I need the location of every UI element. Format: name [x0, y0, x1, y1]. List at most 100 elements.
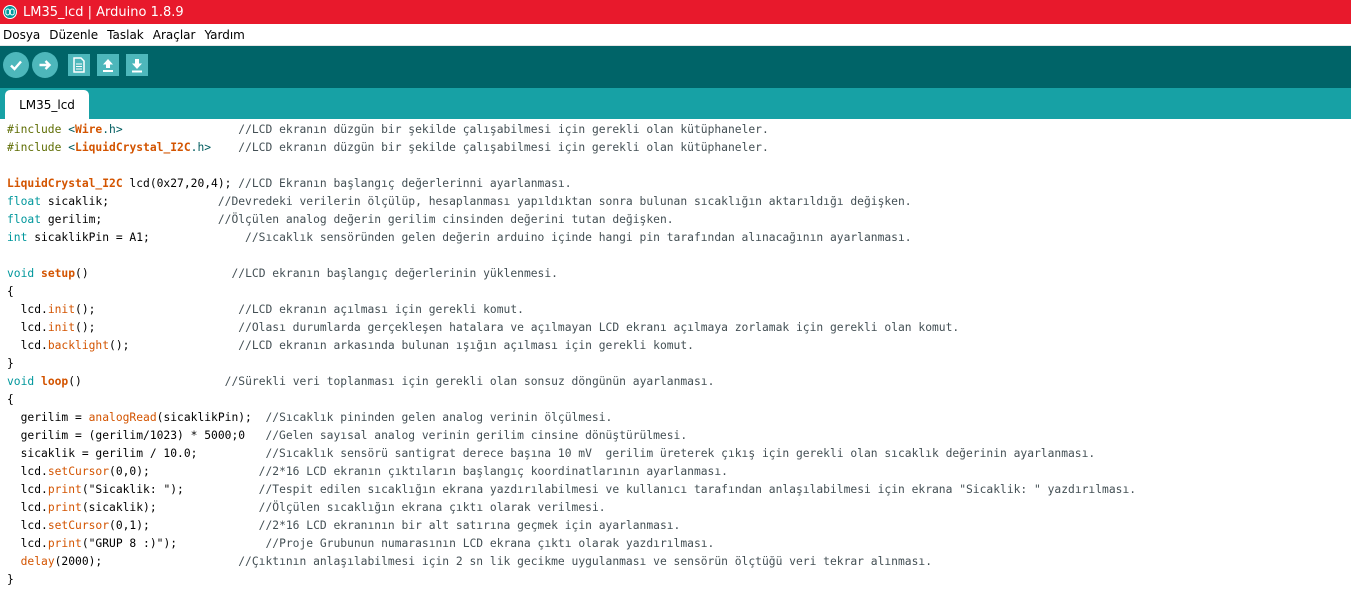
code-token: //LCD ekranın arkasında bulunan ışığın a…	[129, 339, 694, 352]
code-token: lcd.	[7, 519, 48, 532]
new-icon	[73, 57, 85, 73]
code-token: lcd.	[7, 501, 48, 514]
code-line: lcd.init(); //LCD ekranın açılması için …	[7, 301, 524, 319]
tab-bar: LM35_lcd	[0, 88, 1351, 119]
code-line: float gerilim; //Ölçülen analog değerin …	[7, 211, 674, 229]
code-token: (0,1);	[109, 519, 150, 532]
code-line: lcd.print("Sicaklik: "); //Tespit edilen…	[7, 481, 1136, 499]
code-token: ();	[75, 303, 96, 316]
code-line: sicaklik = gerilim / 10.0; //Sıcaklık se…	[7, 445, 1096, 463]
code-token: sicaklik;	[41, 195, 110, 208]
code-token: gerilim = (gerilim/1023) * 5000;0	[7, 429, 246, 442]
code-token: sicaklikPin = A1;	[27, 231, 150, 244]
menu-file[interactable]: Dosya	[3, 28, 40, 42]
toolbar	[0, 46, 1351, 88]
menu-sketch[interactable]: Taslak	[107, 28, 144, 42]
code-token: ()	[68, 375, 82, 388]
code-token: //LCD ekranın düzgün bir şekilde çalışab…	[122, 123, 769, 136]
code-line: }	[7, 355, 14, 373]
code-token: lcd.	[7, 465, 48, 478]
code-token: ();	[75, 321, 96, 334]
code-token: gerilim;	[41, 213, 103, 226]
code-token: }	[7, 357, 14, 370]
code-token: setup	[41, 267, 76, 280]
code-line: {	[7, 283, 14, 301]
code-token: (sicaklikPin);	[156, 411, 252, 424]
code-line: #include <LiquidCrystal_I2C.h> //LCD ekr…	[7, 139, 769, 157]
code-token: ("GRUP 8 :)");	[81, 537, 178, 550]
code-token: ()	[75, 267, 89, 280]
code-token: Wire	[75, 123, 103, 136]
code-token: //Gelen sayısal analog verinin gerilim c…	[245, 429, 688, 442]
code-token: //LCD ekranın düzgün bir şekilde çalışab…	[211, 141, 769, 154]
code-token: //Sıcaklık sensörü santigrat derece başı…	[197, 447, 1096, 460]
open-icon	[103, 59, 113, 72]
menu-edit[interactable]: Düzenle	[49, 28, 98, 42]
code-token: ("Sicaklik: ");	[81, 483, 184, 496]
code-token: //Sıcaklık pininden gelen analog verinin…	[251, 411, 613, 424]
code-token: lcd.	[7, 303, 48, 316]
code-token: {	[7, 393, 14, 406]
code-line: lcd.setCursor(0,0); //2*16 LCD ekranın ç…	[7, 463, 728, 481]
new-button[interactable]	[68, 54, 90, 76]
save-icon	[132, 59, 142, 73]
verify-button[interactable]	[3, 52, 29, 78]
code-token: //LCD ekranın açılması için gerekli komu…	[95, 303, 524, 316]
code-token: (sicaklik);	[81, 501, 157, 514]
code-token: //Sürekli veri toplanması için gerekli o…	[81, 375, 715, 388]
code-line: LiquidCrystal_I2C lcd(0x27,20,4); //LCD …	[7, 175, 572, 193]
code-line: lcd.print("GRUP 8 :)"); //Proje Grubunun…	[7, 535, 715, 553]
code-token: void	[7, 267, 35, 280]
menu-help[interactable]: Yardım	[204, 28, 244, 42]
verify-icon	[10, 60, 22, 71]
code-token: int	[7, 231, 28, 244]
upload-button[interactable]	[32, 52, 58, 78]
code-token: .h>	[190, 141, 212, 154]
save-button[interactable]	[126, 54, 148, 76]
code-token: //Sıcaklık sensöründen gelen değerin ard…	[149, 231, 912, 244]
code-line: gerilim = (gerilim/1023) * 5000;0 //Gele…	[7, 427, 688, 445]
code-token: //Devredeki verilerin ölçülüp, hesaplanm…	[109, 195, 912, 208]
code-token: #include	[7, 141, 69, 154]
arduino-logo-icon	[3, 5, 17, 19]
code-token: //Tespit edilen sıcaklığın ekrana yazdır…	[183, 483, 1137, 496]
code-token: }	[7, 573, 14, 586]
code-token: backlight	[47, 339, 110, 352]
code-token: //2*16 LCD ekranın çıktıların başlangıç …	[149, 465, 728, 478]
tab-lm35-lcd[interactable]: LM35_lcd	[5, 90, 89, 119]
code-line: lcd.setCursor(0,1); //2*16 LCD ekranının…	[7, 517, 681, 535]
menu-tools[interactable]: Araçlar	[153, 28, 196, 42]
code-token: //2*16 LCD ekranının bir alt satırına ge…	[149, 519, 681, 532]
code-token: <	[68, 141, 76, 154]
code-token: float	[7, 213, 42, 226]
code-token: init	[47, 303, 76, 316]
upload-icon	[39, 60, 52, 70]
code-line: #include <Wire.h> //LCD ekranın düzgün b…	[7, 121, 769, 139]
code-token: (0,0);	[109, 465, 150, 478]
code-line: void setup() //LCD ekranın başlangıç değ…	[7, 265, 558, 283]
code-token: (2000);	[54, 555, 103, 568]
code-token: print	[47, 537, 82, 550]
code-token: LiquidCrystal_I2C	[75, 141, 191, 154]
code-token: float	[7, 195, 42, 208]
code-token: //LCD ekranın başlangıç değerlerinin yük…	[88, 267, 558, 280]
title-bar: LM35_lcd | Arduino 1.8.9	[0, 0, 1351, 24]
code-token: setCursor	[47, 465, 110, 478]
code-editor[interactable]: #include < Wire .h> //LCD ekranın düzgün b…	[0, 119, 1351, 586]
code-line: lcd.backlight(); //LCD ekranın arkasında…	[7, 337, 694, 355]
code-token: //Proje Grubunun numarasının LCD ekrana …	[177, 537, 715, 550]
code-token: lcd.	[7, 483, 48, 496]
code-token: #include	[7, 123, 69, 136]
code-line: }	[7, 571, 14, 589]
open-button[interactable]	[97, 54, 119, 76]
code-token: gerilim =	[7, 411, 89, 424]
code-token: lcd(0x27,20,4);	[122, 177, 239, 190]
code-token: print	[47, 501, 82, 514]
window-title: LM35_lcd | Arduino 1.8.9	[23, 4, 184, 20]
code-token: loop	[41, 375, 69, 388]
code-token: sicaklik = gerilim / 10.0;	[7, 447, 198, 460]
code-token: lcd.	[7, 339, 48, 352]
